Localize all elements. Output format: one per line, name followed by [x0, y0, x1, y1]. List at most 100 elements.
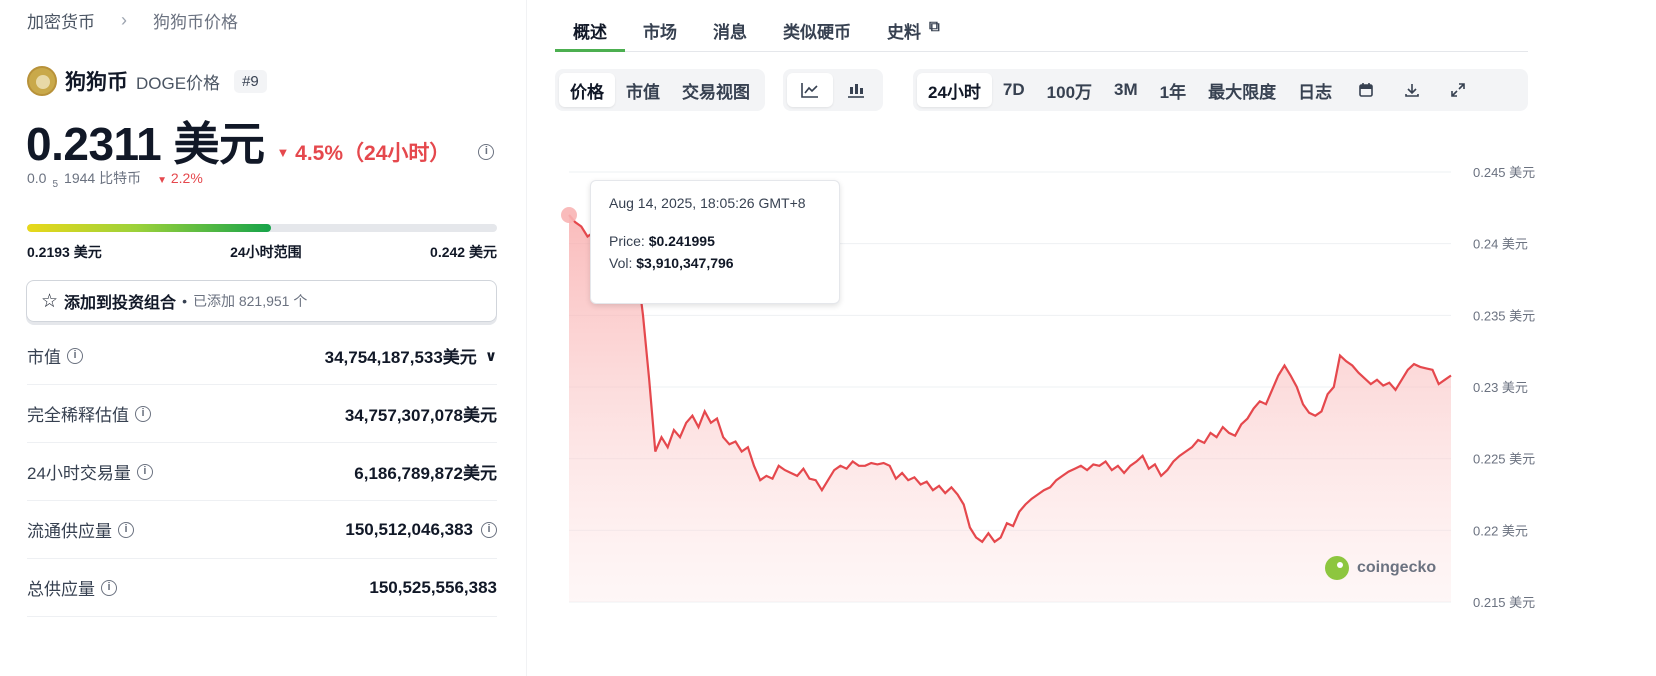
star-icon: ☆ — [41, 290, 59, 312]
range-bar-fill — [27, 224, 272, 232]
coingecko-watermark: coingecko — [1325, 556, 1436, 580]
stat-key-label: 24小时交易量 — [27, 464, 131, 483]
range-log-button[interactable]: 日志 — [1287, 73, 1343, 107]
info-icon[interactable]: i — [135, 405, 151, 422]
portfolio-label: 添加到投资组合 — [64, 295, 177, 312]
stats-table: 市值 i 34,754,187,533美元 ∨ 完全稀释估值 i 34,757,307… — [27, 327, 497, 617]
breadcrumb: 加密货币 › 狗狗币价格 — [27, 8, 238, 33]
hover-point-marker — [561, 207, 577, 223]
watermark-text: coingecko — [1357, 559, 1437, 576]
panel-divider — [526, 0, 527, 676]
btc-change: ▼ 2.2% — [157, 170, 203, 186]
tab-history[interactable]: 史料 ⧉ — [869, 0, 958, 52]
mode-tradingview-button[interactable]: 交易视图 — [671, 73, 761, 107]
range-max-button[interactable]: 最大限度 — [1197, 73, 1287, 107]
stat-key: 市值 i — [27, 343, 83, 368]
range-1m-button[interactable]: 100万 — [1036, 73, 1103, 107]
stat-row: 总供应量 i 150,525,556,383 — [27, 559, 497, 617]
coin-header: 狗狗币 DOGE价格 #9 — [27, 66, 267, 96]
tab-news[interactable]: 消息 — [695, 0, 765, 52]
tab-history-label: 史料 — [887, 23, 921, 42]
breadcrumb-current: 狗狗币价格 — [153, 13, 238, 32]
btc-price-subscript: 5 — [52, 179, 59, 190]
current-price: 0.2311 美元 — [26, 118, 265, 170]
coin-subtitle: DOGE价格 — [136, 73, 221, 93]
range-1y-button[interactable]: 1年 — [1149, 73, 1197, 107]
stat-value-text: 150,512,046,383 — [345, 519, 473, 539]
calendar-icon[interactable] — [1343, 73, 1389, 107]
info-icon[interactable]: i — [101, 579, 117, 596]
stat-value: 150,525,556,383 — [369, 577, 497, 597]
stat-key-label: 市值 — [27, 348, 61, 367]
y-tick-label: 0.22 美元 — [1473, 523, 1528, 538]
tab-markets[interactable]: 市场 — [625, 0, 695, 52]
btc-price-row: 0.0 5 1944 比特币 ▼ 2.2% — [27, 168, 203, 190]
y-tick-label: 0.24 美元 — [1473, 237, 1528, 252]
breadcrumb-root-link[interactable]: 加密货币 — [27, 8, 95, 33]
price-change-value: 4.5%（24小时） — [295, 142, 451, 165]
triangle-down-icon: ▼ — [157, 175, 167, 186]
y-tick-label: 0.225 美元 — [1473, 452, 1535, 467]
portfolio-added-count: 已添加 821,951 个 — [192, 293, 308, 309]
info-icon[interactable]: i — [67, 347, 83, 364]
stat-key: 总供应量 i — [27, 575, 117, 600]
stat-key-label: 完全稀释估值 — [27, 406, 129, 425]
tab-overview[interactable]: 概述 — [555, 0, 625, 52]
stat-row: 完全稀释估值 i 34,757,307,078美元 — [27, 385, 497, 443]
stat-row: 流通供应量 i 150,512,046,383 i — [27, 501, 497, 559]
stat-row: 市值 i 34,754,187,533美元 ∨ — [27, 327, 497, 385]
stat-key: 完全稀释估值 i — [27, 401, 151, 426]
coin-name: 狗狗币 — [65, 71, 128, 94]
mode-price-button[interactable]: 价格 — [559, 73, 615, 107]
info-icon[interactable]: i — [478, 144, 495, 160]
chevron-right-icon: › — [121, 10, 127, 30]
coingecko-logo-icon — [1325, 556, 1349, 580]
range-low: 0.2193 美元 — [27, 244, 102, 260]
fullscreen-icon[interactable] — [1435, 73, 1481, 107]
stat-value-text: 34,754,187,533美元 — [324, 348, 477, 367]
btc-change-value: 2.2% — [170, 170, 203, 186]
line-chart-icon[interactable] — [787, 73, 833, 107]
y-axis-ticks: 0.245 美元 0.24 美元 0.235 美元 0.23 美元 0.225 美元 0.… — [1473, 165, 1535, 610]
price-change: ▼ 4.5%（24小时） — [276, 137, 450, 167]
info-icon[interactable]: i — [136, 463, 153, 480]
tooltip-price-row: Price: $0.241995 — [609, 233, 821, 249]
tooltip-vol-label: Vol: — [609, 255, 633, 271]
download-icon[interactable] — [1389, 73, 1435, 107]
coin-info-panel: 加密货币 › 狗狗币价格 狗狗币 DOGE价格 #9 0.2311 美元 ▼ 4… — [0, 0, 560, 676]
add-to-portfolio-button[interactable]: ☆ 添加到投资组合 • 已添加 821,951 个 — [26, 280, 497, 322]
stat-value: 150,512,046,383 i — [345, 520, 497, 540]
btc-price-prefix: 0.0 — [27, 170, 47, 186]
rank-badge: #9 — [234, 69, 267, 93]
page-tabs: 概述 市场 消息 类似硬币 史料 ⧉ — [555, 0, 1528, 52]
triangle-down-icon: ▼ — [276, 145, 290, 160]
stat-row: 24小时交易量 i 6,186,789,872美元 — [27, 443, 497, 501]
tooltip-vol-row: Vol: $3,910,347,796 — [609, 255, 821, 271]
range-7d-button[interactable]: 7D — [992, 73, 1036, 107]
range-3m-button[interactable]: 3M — [1103, 73, 1149, 107]
range-24h-button[interactable]: 24小时 — [917, 73, 992, 107]
stat-key-label: 总供应量 — [27, 580, 95, 599]
range-labels: 0.2193 美元 24小时范围 0.242 美元 — [27, 242, 497, 262]
candlestick-icon[interactable] — [833, 73, 879, 107]
tooltip-vol-value: $3,910,347,796 — [636, 255, 734, 271]
chart-mode-toolbar: 价格 市值 交易视图 — [555, 69, 765, 111]
tab-similar-coins[interactable]: 类似硬币 — [765, 0, 869, 52]
info-icon[interactable]: i — [118, 521, 134, 538]
y-tick-label: 0.235 美元 — [1473, 308, 1535, 323]
stat-value[interactable]: 34,754,187,533美元 ∨ — [325, 343, 497, 368]
y-tick-label: 0.245 美元 — [1473, 165, 1535, 180]
btc-price-value: 1944 比特币 — [64, 170, 142, 186]
chart-tooltip: Aug 14, 2025, 18:05:26 GMT+8 Price: $0.2… — [590, 180, 840, 304]
dogecoin-logo-icon — [27, 66, 57, 96]
range-label: 24小时范围 — [230, 244, 302, 260]
info-icon[interactable]: i — [481, 521, 497, 538]
y-tick-label: 0.215 美元 — [1473, 595, 1535, 610]
chevron-down-icon[interactable]: ∨ — [485, 347, 497, 365]
stat-key: 流通供应量 i — [27, 517, 134, 542]
stat-key-label: 流通供应量 — [27, 522, 112, 541]
chart-view-toolbar — [783, 69, 883, 111]
chart-range-toolbar: 24小时 7D 100万 3M 1年 最大限度 日志 — [913, 69, 1528, 111]
separator-dot: • — [182, 293, 187, 309]
mode-market-cap-button[interactable]: 市值 — [615, 73, 671, 107]
